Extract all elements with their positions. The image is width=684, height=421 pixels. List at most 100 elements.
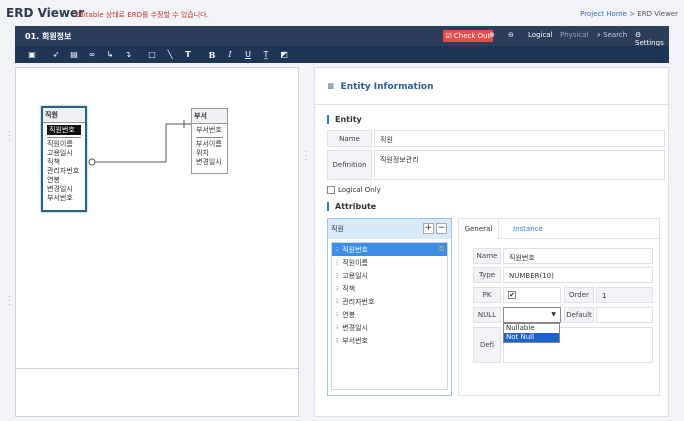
entity-section-title: Entity [327,115,362,124]
diagram-titlebar: 01. 회원정보 ☑ Check Out ⊕ ⊖ Logical Physica… [15,26,669,47]
zoom-out-icon[interactable]: ⊖ [508,31,514,39]
attribute-item-label: 변경일시 [342,323,368,332]
entity-definition-field[interactable]: 직원정보관리 [374,150,665,180]
rectangle-icon[interactable]: □ [145,48,159,61]
underline-icon[interactable]: U [241,48,255,61]
breadcrumb-separator: > [629,10,636,18]
entity-name: 부서 [192,109,227,124]
attribute-item-label: 연봉 [342,310,356,319]
attribute-item-label: 고용일시 [342,271,368,280]
italic-icon[interactable]: I [223,48,237,61]
check-out-button[interactable]: ☑ Check Out [443,30,493,42]
attribute-section-title: Attribute [327,202,376,211]
attribute-item[interactable]: ⁝ 연봉 [332,308,447,321]
panel-divider [315,104,670,105]
save-icon[interactable]: ▣ [25,48,39,61]
drag-handle-icon[interactable]: ⁝ [336,285,338,293]
relation-icon[interactable]: ↳ [103,48,117,61]
attribute-item-label: 관리자번호 [342,297,375,306]
physical-toggle[interactable]: Physical [560,31,588,39]
settings-button[interactable]: ⚙ Settings [635,31,669,47]
attribute-item[interactable]: ⁝ 직책 [332,282,447,295]
attribute-item[interactable]: ⁝ 직원이름 [332,256,447,269]
attr-name-label: Name [473,248,501,264]
attribute-tabs: General Instance [459,219,659,239]
entity-attr: 부서이름 [196,140,222,148]
attr-name-field[interactable]: 직원번호 [503,248,653,264]
zoom-in-icon[interactable]: ⊕ [489,31,495,39]
attribute-detail: General Instance Name 직원번호 Type NUMBER(1… [458,218,660,396]
attr-default-field[interactable] [596,307,653,323]
search-label: Search [603,31,628,39]
add-attribute-button[interactable]: + [423,223,434,234]
entity-information-panel: ≡ Entity Information Entity Name 직원 Defin… [314,67,670,417]
text-icon[interactable]: T [181,48,195,61]
entity-divider [47,137,81,138]
remove-attribute-button[interactable]: − [436,223,447,234]
tab-general[interactable]: General [459,219,499,239]
attribute-item[interactable]: ⁝ 직원번호 ⚿ [332,243,447,256]
relation-alt-icon[interactable]: ↴ [121,48,135,61]
table-icon[interactable]: ▤ [67,48,81,61]
entity-attr: 고용일시 [47,149,73,157]
drag-handle-icon[interactable]: ⁝ [336,311,338,319]
attr-pk-label: PK [473,287,501,303]
attribute-item[interactable]: ⁝ 관리자번호 [332,295,447,308]
search-button[interactable]: ⌕ Search [597,31,627,40]
drag-handle-icon[interactable]: ⁝ [336,259,338,267]
entity-definition-label: Definition [327,150,372,180]
entity-pk: 직원번호 [47,125,81,135]
fill-color-icon[interactable]: ◩ [277,48,291,61]
drag-handle-icon[interactable]: ⁝ [336,246,338,254]
logical-only-label: Logical Only [338,186,381,194]
null-option-not-null[interactable]: Not Null [504,333,559,342]
attribute-item-label: 직책 [342,284,356,293]
entity-attr: 관리자번호 [47,167,80,175]
breadcrumb-home[interactable]: Project Home [580,10,627,18]
attribute-item[interactable]: ⁝ 부서번호 [332,334,447,347]
entity-name-label: Name [327,130,372,147]
drag-handle-icon[interactable]: ⁝ [336,272,338,280]
logical-only-checkbox[interactable] [327,186,335,194]
null-option-nullable[interactable]: Nullable [504,324,559,333]
view-icon[interactable]: ∞ [85,48,99,61]
attr-type-field[interactable]: NUMBER(10) [503,267,653,283]
middle-splitter-icon[interactable]: · · · [305,149,309,164]
line-icon[interactable]: ╲ [163,48,177,61]
left-splitter-icon[interactable]: · · · [8,129,12,144]
drawing-toolbar: ▣ ➶ ▤ ∞ ↳ ↴ □ ╲ T B I U T̲ ◩ [15,46,669,63]
attribute-item[interactable]: ⁝ 변경일시 [332,321,447,334]
attribute-item-label: 부서번호 [342,336,368,345]
app-subtitle: Editable 상태로 ERD를 수정할 수 있습니다. [75,11,209,19]
null-select[interactable]: ▼ [503,307,561,323]
attribute-list: ⁝ 직원번호 ⚿ ⁝ 직원이름 ⁝ 고용일시 ⁝ 직책 ⁝ 관리자번호 ⁝ 연봉 ⁝ 변경일시 … [331,242,448,390]
diagram-title: 01. 회원정보 [25,32,72,41]
entity-attr: 직책 [47,158,60,166]
panel-title-text: Entity Information [340,82,434,92]
canvas-divider [16,368,298,369]
menu-icon[interactable]: ≡ [327,82,335,92]
drag-handle-icon[interactable]: ⁝ [336,298,338,306]
key-icon: ⚿ [438,245,444,253]
bold-icon[interactable]: B [205,48,219,61]
left-splitter-bottom-icon[interactable]: · · · [8,294,12,309]
diagram-canvas[interactable]: 직원 직원번호 직원이름 고용일시 직책 관리자번호 연봉 변경일시 부서번호 … [15,67,299,417]
font-color-icon[interactable]: T̲ [259,48,273,61]
entity-attr: 변경일시 [196,158,222,166]
pointer-icon[interactable]: ➶ [49,48,63,61]
logical-toggle[interactable]: Logical [528,31,553,39]
entity-name-field[interactable]: 직원 [374,130,665,147]
breadcrumb-current: ERD Viewer [637,10,678,18]
attr-order-field[interactable]: 1 [596,287,653,303]
entity-employee[interactable]: 직원 직원번호 직원이름 고용일시 직책 관리자번호 연봉 변경일시 부서번호 [41,106,87,212]
entity-attr: 위치 [196,149,209,157]
entity-department[interactable]: 부서 부서번호 부서이름 위치 변경일시 [191,108,228,174]
drag-handle-icon[interactable]: ⁝ [336,324,338,332]
pk-checkbox[interactable]: ✔ [508,291,516,299]
attribute-item-label: 직원이름 [342,258,368,267]
attr-default-label: Default [564,307,594,323]
drag-handle-icon[interactable]: ⁝ [336,337,338,345]
attribute-item[interactable]: ⁝ 고용일시 [332,269,447,282]
tab-instance[interactable]: Instance [513,225,543,233]
breadcrumb: Project Home > ERD Viewer [580,10,678,18]
